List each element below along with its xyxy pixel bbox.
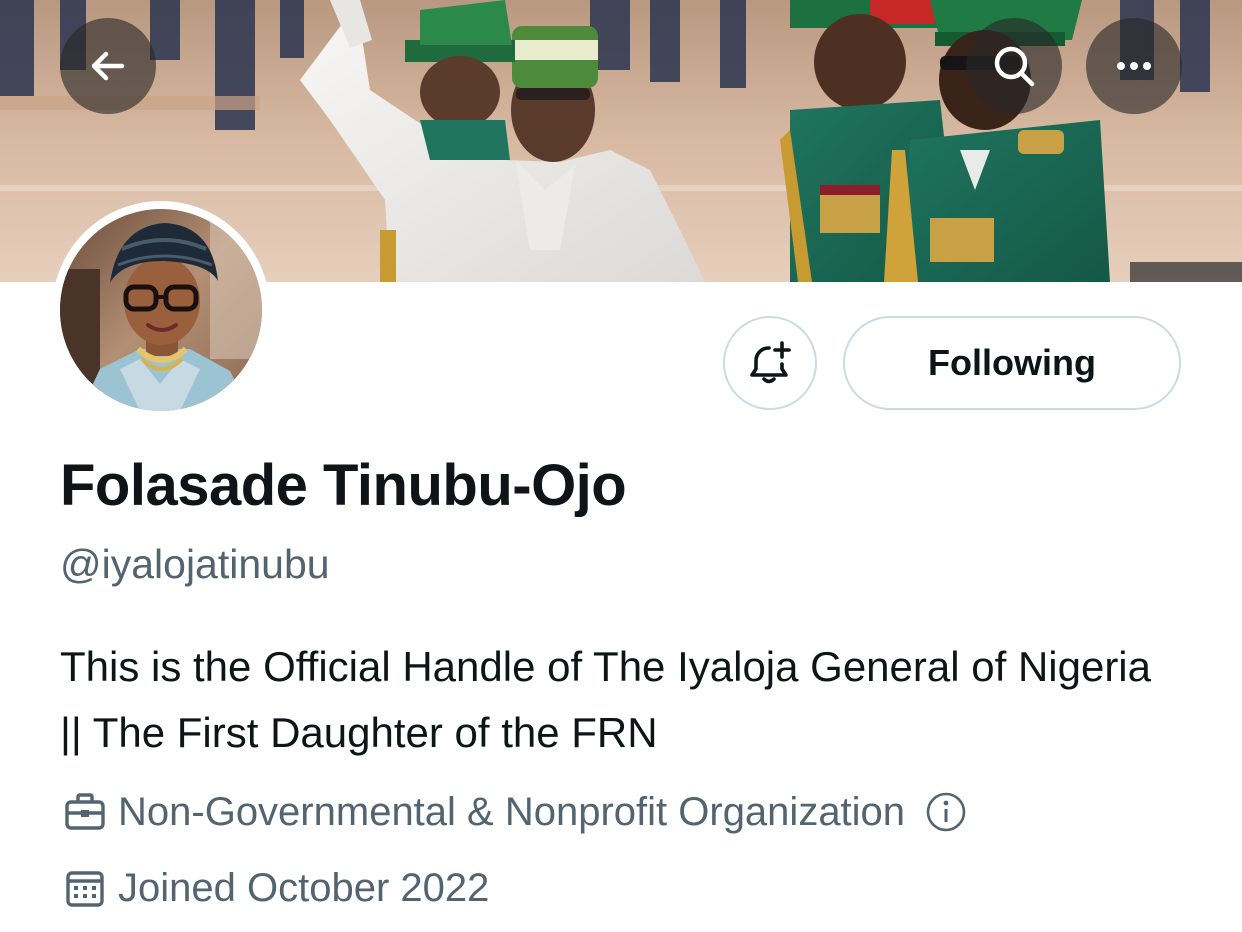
notify-button[interactable] [723, 316, 817, 410]
calendar-icon [62, 865, 108, 911]
more-horizontal-icon [1117, 62, 1151, 70]
following-button-label: Following [928, 342, 1096, 383]
avatar[interactable] [52, 201, 270, 419]
back-button[interactable] [60, 18, 156, 114]
join-date-text: Joined October 2022 [118, 866, 490, 910]
profile-bio: This is the Official Handle of The Iyalo… [60, 643, 1151, 756]
following-button[interactable]: Following [843, 316, 1181, 410]
more-button[interactable] [1086, 18, 1182, 114]
search-icon [994, 46, 1035, 87]
user-handle: @iyalojatinubu [60, 541, 330, 587]
bell-plus-icon [750, 341, 791, 384]
avatar-photo [60, 209, 262, 411]
briefcase-icon [62, 789, 108, 835]
join-date: Joined October 2022 [62, 862, 489, 914]
info-icon[interactable] [925, 791, 967, 833]
search-button[interactable] [966, 18, 1062, 114]
profile-category: Non-Governmental & Nonprofit Organizatio… [62, 786, 967, 838]
category-text: Non-Governmental & Nonprofit Organizatio… [118, 790, 906, 834]
arrow-left-icon [91, 51, 125, 81]
profile-page: Following Folasade Tinubu-Ojo @iyalojati… [0, 0, 1242, 932]
display-name: Folasade Tinubu-Ojo [60, 453, 627, 518]
